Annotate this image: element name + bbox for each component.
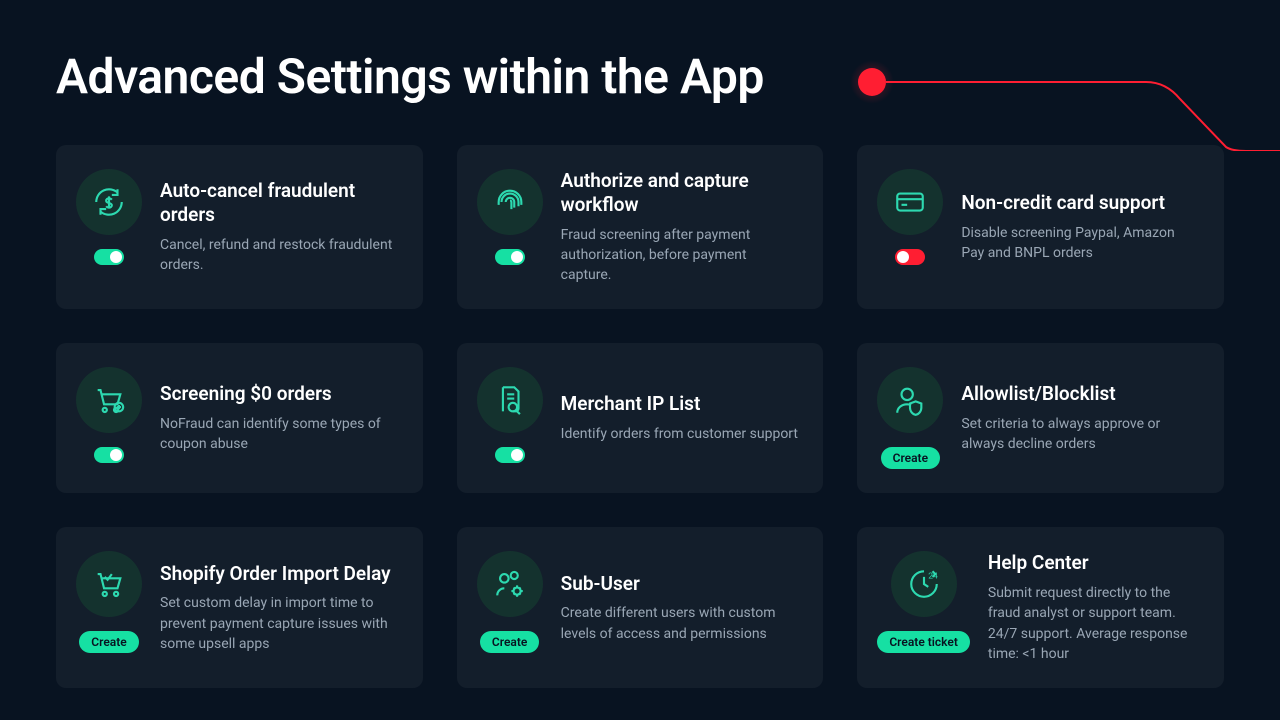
card-description: Create different users with custom level…: [561, 603, 800, 644]
settings-card: Auto-cancel fraudulent orders Cancel, ref…: [56, 145, 423, 309]
settings-card: Merchant IP List Identify orders from cus…: [457, 343, 824, 493]
card-description: Identify orders from customer support: [561, 424, 800, 444]
clock-24-icon: 24: [891, 551, 957, 617]
settings-card: Create Shopify Order Import Delay Set cust…: [56, 527, 423, 688]
toggle-switch[interactable]: [94, 447, 124, 463]
users-gear-icon: [477, 551, 543, 617]
cart-plus-icon: [76, 367, 142, 433]
settings-card: 24 Create ticket Help Center Submit request…: [857, 527, 1224, 688]
refresh-dollar-icon: [76, 169, 142, 235]
create-button[interactable]: Create ticket: [877, 631, 970, 653]
header-decoration: [850, 60, 1280, 150]
card-title: Merchant IP List: [561, 392, 800, 416]
credit-card-icon: [877, 169, 943, 235]
card-title: Non-credit card support: [961, 191, 1200, 215]
card-description: Disable screening Paypal, Amazon Pay and…: [961, 223, 1200, 264]
settings-card: Authorize and capture workflow Fraud scre…: [457, 145, 824, 309]
card-title: Screening $0 orders: [160, 382, 399, 406]
create-button[interactable]: Create: [881, 447, 940, 469]
settings-card: Create Allowlist/Blocklist Set criteria to…: [857, 343, 1224, 493]
card-description: NoFraud can identify some types of coupo…: [160, 414, 399, 455]
document-search-icon: [477, 367, 543, 433]
toggle-switch[interactable]: [495, 447, 525, 463]
card-title: Shopify Order Import Delay: [160, 562, 399, 586]
card-description: Fraud screening after payment authorizat…: [561, 225, 800, 286]
create-button[interactable]: Create: [79, 631, 138, 653]
settings-card: Screening $0 orders NoFraud can identify …: [56, 343, 423, 493]
settings-card: Create Sub-User Create different users wit…: [457, 527, 824, 688]
toggle-switch[interactable]: [895, 249, 925, 265]
settings-card: Non-credit card support Disable screening…: [857, 145, 1224, 309]
toggle-switch[interactable]: [495, 249, 525, 265]
fingerprint-icon: [477, 169, 543, 235]
card-description: Cancel, refund and restock fraudulent or…: [160, 235, 399, 276]
card-title: Auto-cancel fraudulent orders: [160, 179, 399, 227]
card-title: Sub-User: [561, 572, 800, 596]
user-shield-icon: [877, 367, 943, 433]
card-description: Submit request directly to the fraud ana…: [988, 583, 1200, 664]
card-title: Help Center: [988, 551, 1200, 575]
create-button[interactable]: Create: [480, 631, 539, 653]
card-title: Authorize and capture workflow: [561, 169, 800, 217]
card-description: Set criteria to always approve or always…: [961, 414, 1200, 455]
card-description: Set custom delay in import time to preve…: [160, 593, 399, 654]
cart-check-icon: [76, 551, 142, 617]
toggle-switch[interactable]: [94, 249, 124, 265]
card-title: Allowlist/Blocklist: [961, 382, 1200, 406]
